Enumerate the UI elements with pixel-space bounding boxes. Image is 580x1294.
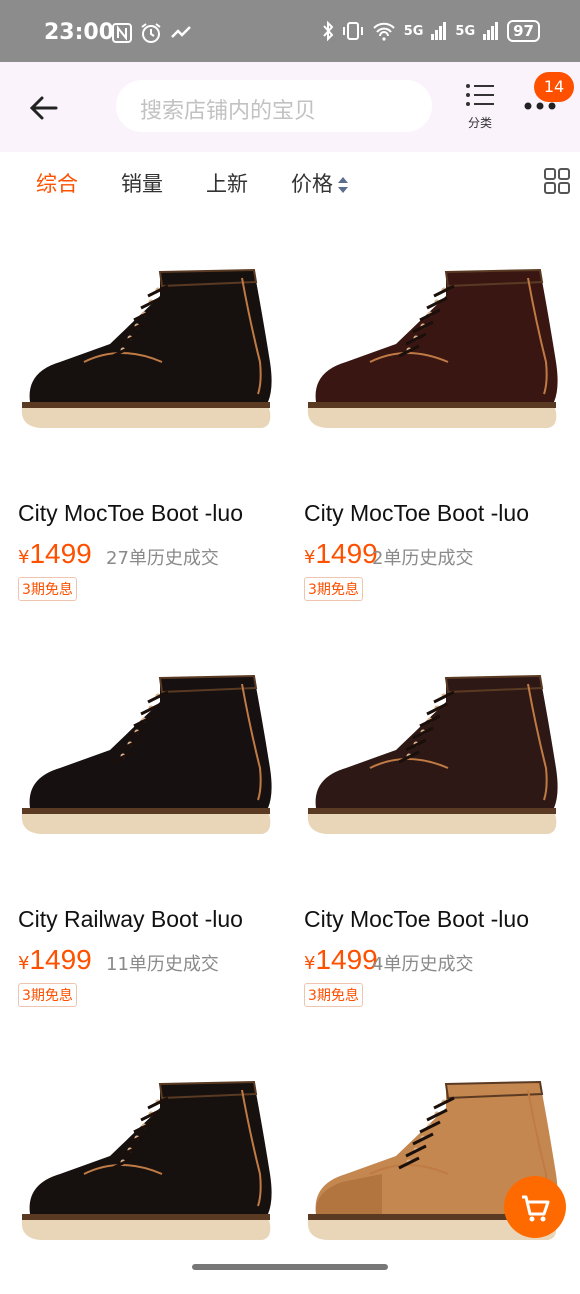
signal-icon (431, 22, 447, 40)
price-value: 1499 (315, 538, 378, 569)
wifi-icon (372, 22, 395, 41)
status-bar: 23:00 5G 5G 97 (0, 0, 580, 62)
price-value: 1499 (29, 944, 92, 975)
currency-symbol: ¥ (304, 547, 316, 568)
cart-icon (522, 1195, 550, 1222)
product-price: ¥1499 (304, 538, 378, 570)
tab-new[interactable]: 上新 (206, 168, 248, 198)
category-label: 分类 (467, 116, 492, 130)
vibrate-icon (342, 22, 363, 40)
bluetooth-icon (322, 21, 334, 41)
product-image (307, 268, 558, 428)
sort-bar: 综合 销量 上新 价格 (0, 152, 580, 212)
status-time: 23:00 (44, 20, 115, 45)
currency-symbol: ¥ (18, 547, 30, 568)
product-title: City MocToe Boot -luo (304, 906, 529, 932)
category-button[interactable]: 分类 (462, 82, 498, 132)
sort-arrows-icon (338, 177, 348, 193)
sold-count: 27单历史成交 (106, 548, 219, 569)
status-left-icons (112, 22, 192, 44)
search-placeholder: 搜索店铺内的宝贝 (140, 99, 317, 124)
battery-indicator: 97 (507, 20, 540, 42)
status-right-icons: 5G 5G 97 (322, 20, 540, 42)
search-input[interactable]: 搜索店铺内的宝贝 (116, 80, 432, 132)
sold-count: 4单历史成交 (372, 954, 474, 975)
sold-count: 2单历史成交 (372, 548, 474, 569)
alarm-icon (141, 23, 161, 43)
currency-symbol: ¥ (18, 953, 30, 974)
grid-layout-toggle[interactable] (544, 168, 572, 196)
product-price: ¥1499 (18, 944, 92, 976)
back-button[interactable] (26, 90, 66, 126)
product-image (307, 674, 558, 834)
currency-symbol: ¥ (304, 953, 316, 974)
product-image (307, 1080, 558, 1240)
product-title: City Railway Boot -luo (18, 906, 243, 932)
installment-tag: 3期免息 (18, 577, 77, 601)
product-title: City MocToe Boot -luo (18, 500, 243, 526)
product-image (21, 268, 272, 428)
back-arrow-icon (29, 96, 58, 120)
price-value: 1499 (315, 944, 378, 975)
shop-search-header: 搜索店铺内的宝贝 分类 (0, 62, 580, 152)
tab-comprehensive[interactable]: 综合 (36, 168, 78, 198)
cart-button[interactable] (504, 1176, 566, 1238)
product-title: City MocToe Boot -luo (304, 500, 529, 526)
network-label-1: 5G (403, 23, 424, 39)
price-value: 1499 (29, 538, 92, 569)
tab-price[interactable]: 价格 (291, 168, 349, 198)
network-label-2: 5G (455, 23, 476, 39)
tab-sales[interactable]: 销量 (121, 168, 163, 198)
link-icon (171, 26, 191, 38)
installment-tag: 3期免息 (304, 577, 363, 601)
nfc-icon (112, 23, 132, 43)
sold-count: 11单历史成交 (106, 954, 219, 975)
tab-price-label: 价格 (291, 172, 333, 196)
product-image (21, 1080, 272, 1240)
home-indicator (192, 1264, 388, 1270)
product-price: ¥1499 (304, 944, 378, 976)
installment-tag: 3期免息 (304, 983, 363, 1007)
grid-icon (544, 168, 570, 194)
product-image (21, 674, 272, 834)
installment-tag: 3期免息 (18, 983, 77, 1007)
signal-icon-2 (483, 22, 499, 40)
product-price: ¥1499 (18, 538, 92, 570)
list-icon (466, 84, 494, 106)
message-badge: 14 (534, 72, 574, 102)
